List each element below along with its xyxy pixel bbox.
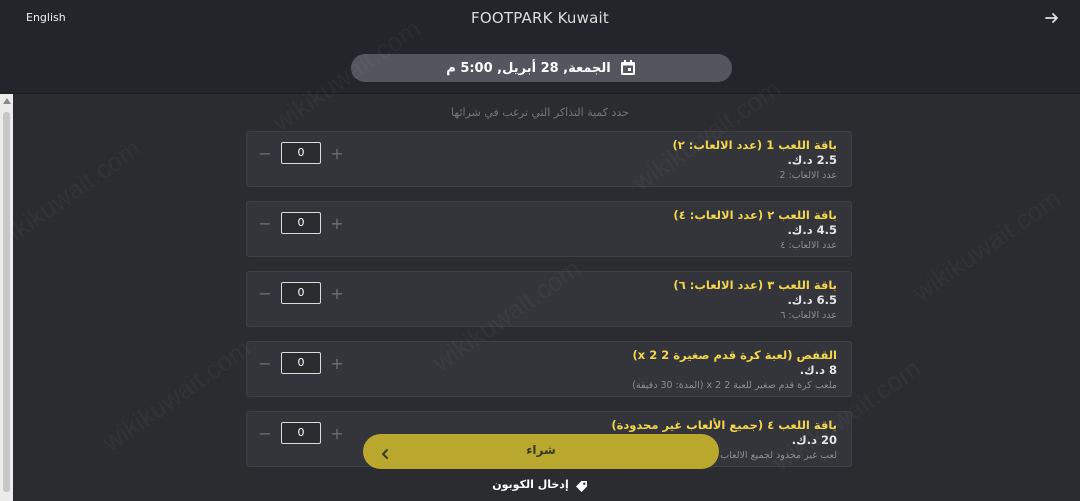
top-bar: English FOOTPARK Kuwait الجمعة, 28 أبريل…	[0, 0, 1080, 94]
date-time-label: الجمعة, 28 أبريل, 5:00 م	[446, 60, 611, 76]
quantity-stepper: − 0 +	[257, 142, 347, 164]
quantity-stepper: − 0 +	[257, 282, 347, 304]
package-info: باقة اللعب ٢ (عدد الالعاب: ٤) 4.5 د.ك. ع…	[673, 208, 837, 255]
package-row: − 0 + باقة اللعب ٣ (عدد الالعاب: ٦) 6.5 …	[246, 271, 852, 327]
package-row: − 0 + باقة اللعب ٢ (عدد الالعاب: ٤) 4.5 …	[246, 201, 852, 257]
scrollbar[interactable]	[0, 94, 13, 501]
decrease-quantity-button[interactable]: −	[257, 422, 273, 444]
date-time-selector[interactable]: الجمعة, 28 أبريل, 5:00 م	[351, 54, 732, 82]
package-price: 8 د.ك.	[799, 363, 837, 377]
increase-quantity-button[interactable]: +	[329, 142, 345, 164]
coupon-label: إدخال الكوبون	[492, 478, 569, 491]
package-price: 2.5 د.ك.	[787, 153, 837, 167]
package-name: باقة اللعب ٣ (عدد الالعاب: ٦)	[673, 278, 837, 292]
quantity-input[interactable]: 0	[281, 422, 321, 444]
package-name: باقة اللعب ٢ (عدد الالعاب: ٤)	[673, 208, 837, 222]
quantity-stepper: − 0 +	[257, 422, 347, 444]
package-price: 4.5 د.ك.	[787, 223, 837, 237]
quantity-input[interactable]: 0	[281, 212, 321, 234]
scroll-up-icon[interactable]	[3, 98, 11, 104]
quantity-stepper: − 0 +	[257, 212, 347, 234]
decrease-quantity-button[interactable]: −	[257, 352, 273, 374]
quantity-input[interactable]: 0	[281, 142, 321, 164]
package-description: عدد الالعاب: ٤	[780, 240, 837, 251]
package-name: القفص (لعبة كرة قدم صغيرة 2 x 2)	[632, 348, 837, 362]
quantity-stepper: − 0 +	[257, 352, 347, 374]
buy-button[interactable]: شراء	[363, 434, 719, 469]
package-info: القفص (لعبة كرة قدم صغيرة 2 x 2) 8 د.ك. …	[632, 348, 837, 395]
package-price: 6.5 د.ك.	[787, 293, 837, 307]
quantity-input[interactable]: 0	[281, 352, 321, 374]
decrease-quantity-button[interactable]: −	[257, 282, 273, 304]
increase-quantity-button[interactable]: +	[329, 352, 345, 374]
ticket-instruction: حدد كمية التذاكر التي ترغب في شرائها	[451, 106, 629, 119]
calendar-icon	[619, 59, 637, 77]
increase-quantity-button[interactable]: +	[329, 282, 345, 304]
chevron-left-icon	[379, 445, 391, 459]
coupon-link[interactable]: إدخال الكوبون	[0, 478, 1080, 492]
increase-quantity-button[interactable]: +	[329, 422, 345, 444]
package-name: باقة اللعب 1 (عدد الالعاب: ٢)	[672, 138, 837, 152]
tag-icon	[575, 478, 588, 492]
package-row: − 0 + باقة اللعب 1 (عدد الالعاب: ٢) 2.5 …	[246, 131, 852, 187]
package-description: ملعب كرة قدم صغير للعبة 2 x 2 (المدة: 30…	[632, 380, 837, 391]
package-info: باقة اللعب 1 (عدد الالعاب: ٢) 2.5 د.ك. ع…	[672, 138, 837, 185]
quantity-input[interactable]: 0	[281, 282, 321, 304]
package-info: باقة اللعب ٣ (عدد الالعاب: ٦) 6.5 د.ك. ع…	[673, 278, 837, 325]
arrow-right-icon[interactable]	[1042, 8, 1062, 28]
decrease-quantity-button[interactable]: −	[257, 212, 273, 234]
package-row: − 0 + القفص (لعبة كرة قدم صغيرة 2 x 2) 8…	[246, 341, 852, 397]
package-description: عدد الالعاب: ٦	[780, 310, 837, 321]
buy-button-label: شراء	[526, 443, 556, 457]
package-description: عدد الالعاب: 2	[779, 170, 837, 181]
increase-quantity-button[interactable]: +	[329, 212, 345, 234]
package-name: باقة اللعب ٤ (جميع الألعاب غير محدودة)	[611, 418, 837, 432]
decrease-quantity-button[interactable]: −	[257, 142, 273, 164]
scrollbar-thumb[interactable]	[3, 112, 10, 492]
venue-title: FOOTPARK Kuwait	[471, 9, 609, 27]
